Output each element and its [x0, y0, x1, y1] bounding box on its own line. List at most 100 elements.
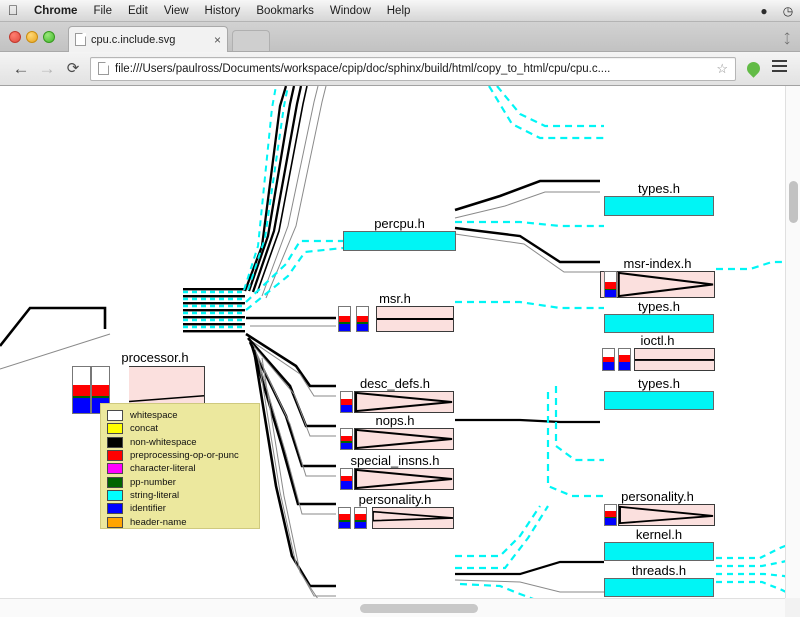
page-icon — [98, 62, 109, 75]
expand-window-icon[interactable]: ⤡ — [778, 30, 796, 47]
page-icon — [75, 33, 86, 46]
legend-item: non-whitespace — [107, 436, 253, 449]
graph-node-types-2[interactable]: types.h — [604, 300, 714, 333]
vertical-scrollbar[interactable] — [785, 86, 800, 598]
time-machine-icon[interactable]: ◷ — [776, 4, 800, 18]
token-color-stack — [604, 504, 617, 526]
legend-swatch-non-whitespace — [107, 436, 123, 448]
token-color-stack — [356, 306, 369, 332]
legend-label: whitespace — [130, 410, 178, 422]
graph-node-ioctl[interactable]: ioctl.h — [600, 334, 715, 371]
legend-item: character-literal — [107, 462, 253, 475]
close-window-button[interactable] — [9, 31, 21, 43]
menu-item-file[interactable]: File — [85, 0, 120, 22]
legend-label: pp-number — [130, 476, 176, 488]
address-bar[interactable]: file:///Users/paulross/Documents/workspa… — [90, 56, 736, 81]
legend-item: identifier — [107, 502, 253, 515]
node-label: threads.h — [631, 563, 687, 578]
graph-node-msr[interactable]: msr.h — [336, 292, 454, 332]
minimize-window-button[interactable] — [26, 31, 38, 43]
node-body — [634, 348, 715, 371]
legend-swatch-pp-number — [107, 476, 123, 488]
node-body — [354, 391, 454, 413]
graph-node-msr-index[interactable]: msr-index.h — [600, 257, 715, 298]
horizontal-scrollbar[interactable] — [0, 598, 800, 617]
legend-item: whitespace — [107, 409, 253, 422]
token-color-stack — [340, 428, 353, 450]
graph-node-personality-left[interactable]: personality.h — [336, 493, 454, 529]
menu-item-history[interactable]: History — [197, 0, 249, 22]
menu-item-chrome[interactable]: Chrome — [26, 0, 85, 22]
node-body — [618, 504, 715, 526]
browser-tab[interactable]: cpu.c.include.svg × — [68, 26, 228, 52]
vertical-scrollbar-thumb[interactable] — [789, 181, 798, 223]
legend-swatch-string-literal — [107, 489, 123, 501]
node-body — [343, 231, 456, 251]
node-label: kernel.h — [635, 527, 683, 542]
back-button[interactable]: ← — [8, 60, 34, 77]
node-label: nops.h — [375, 413, 415, 428]
graph-node-nops[interactable]: nops.h — [336, 414, 454, 450]
node-label: types.h — [638, 181, 680, 196]
node-body — [354, 468, 454, 490]
graph-node-special-insns[interactable]: special_insns.h — [336, 454, 454, 490]
graph-node-personality-right[interactable]: personality.h — [600, 490, 715, 526]
graph-node-threads[interactable]: threads.h — [604, 564, 714, 597]
close-tab-icon[interactable]: × — [210, 33, 221, 47]
menu-item-view[interactable]: View — [156, 0, 197, 22]
node-body — [376, 306, 454, 332]
battery-icon[interactable]: ● — [752, 4, 776, 18]
node-body — [604, 578, 714, 597]
token-color-stack — [72, 366, 91, 414]
graph-node-types-3[interactable]: types.h — [604, 377, 714, 410]
window-controls — [9, 31, 55, 43]
legend-label: character-literal — [130, 463, 196, 475]
maximize-window-button[interactable] — [43, 31, 55, 43]
forward-button[interactable]: → — [34, 60, 60, 77]
menu-item-window[interactable]: Window — [322, 0, 379, 22]
legend-label: string-literal — [130, 489, 180, 501]
hamburger-menu-icon[interactable] — [766, 57, 792, 80]
os-menu-bar:  Chrome File Edit View History Bookmark… — [0, 0, 800, 22]
node-body — [354, 428, 454, 450]
graph-node-percpu[interactable]: percpu.h — [343, 217, 456, 251]
legend-label: non-whitespace — [130, 436, 197, 448]
legend-swatch-preprocessing-op-or-punc — [107, 450, 123, 462]
node-label: desc_defs.h — [359, 376, 431, 391]
node-label: msr.h — [379, 291, 411, 306]
graph-node-types-top[interactable]: types.h — [604, 182, 714, 216]
bookmark-star-icon[interactable]: ☆ — [713, 61, 731, 77]
node-label: processor.h — [121, 350, 189, 366]
graph-node-kernel[interactable]: kernel.h — [604, 528, 714, 561]
menu-item-edit[interactable]: Edit — [120, 0, 156, 22]
legend-item: pp-number — [107, 475, 253, 488]
token-type-legend: whitespace concat non-whitespace preproc… — [100, 403, 260, 529]
node-body — [604, 314, 714, 333]
node-label: personality.h — [358, 492, 432, 507]
apple-icon[interactable]:  — [0, 3, 26, 19]
legend-swatch-whitespace — [107, 410, 123, 422]
legend-swatch-character-literal — [107, 463, 123, 475]
new-tab-button[interactable] — [232, 30, 270, 51]
token-color-stack — [618, 348, 631, 371]
legend-item: concat — [107, 422, 253, 435]
node-label: msr-index.h — [623, 256, 692, 271]
legend-label: concat — [130, 423, 158, 435]
browser-tab-strip: cpu.c.include.svg × ⤡ — [0, 22, 800, 52]
menu-item-help[interactable]: Help — [379, 0, 419, 22]
node-body — [600, 271, 715, 298]
legend-label: preprocessing-op-or-punc — [130, 450, 239, 462]
node-body — [604, 542, 714, 561]
token-color-stack — [340, 391, 353, 413]
node-label: special_insns.h — [350, 453, 440, 468]
node-body — [604, 391, 714, 410]
menu-item-bookmarks[interactable]: Bookmarks — [248, 0, 322, 22]
location-pin-icon[interactable] — [740, 59, 766, 78]
token-color-stack — [604, 271, 617, 298]
graph-node-desc-defs[interactable]: desc_defs.h — [336, 377, 454, 413]
reload-button[interactable]: ⟳ — [60, 61, 86, 76]
page-viewport[interactable]: types.h percpu.h msr-index.h msr.h types… — [0, 86, 800, 617]
horizontal-scrollbar-thumb[interactable] — [360, 604, 478, 613]
token-color-stack — [338, 507, 351, 529]
legend-swatch-concat — [107, 423, 123, 435]
